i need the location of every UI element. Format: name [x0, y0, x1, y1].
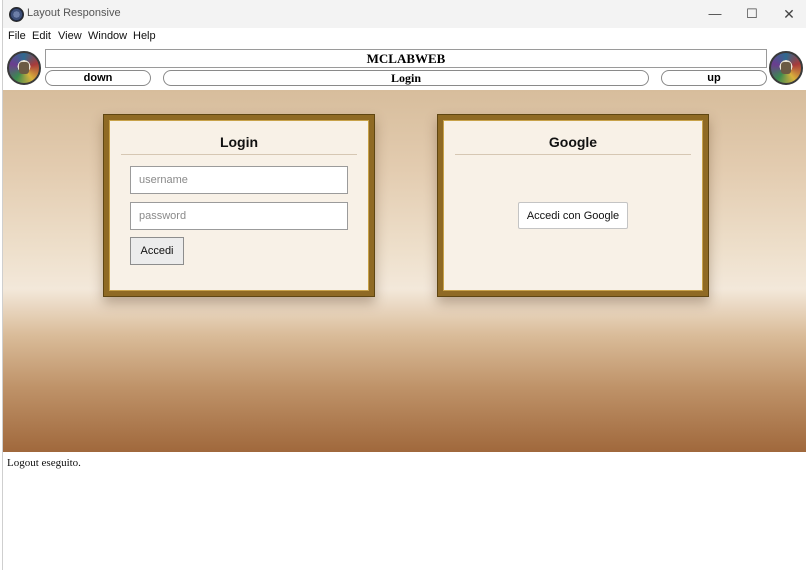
- google-login-button[interactable]: Accedi con Google: [518, 202, 628, 229]
- menu-help[interactable]: Help: [133, 30, 156, 42]
- login-panel: Login Accedi: [103, 114, 375, 297]
- panel-divider: [121, 154, 357, 155]
- site-header: MCLABWEB down Login up: [3, 46, 806, 90]
- status-area: Logout eseguito.: [3, 452, 806, 570]
- menu-window[interactable]: Window: [88, 30, 127, 42]
- login-submit-button[interactable]: Accedi: [130, 237, 184, 265]
- google-panel: Google Accedi con Google: [437, 114, 709, 297]
- app-window: Layout Responsive — ☐ ✕ File Edit View W…: [2, 0, 806, 570]
- site-title: MCLABWEB: [45, 49, 767, 68]
- window-title: Layout Responsive: [27, 7, 121, 19]
- main-content: Login Accedi Google Accedi con Google: [3, 90, 806, 452]
- login-nav-button[interactable]: Login: [163, 70, 649, 86]
- menu-bar: File Edit View Window Help: [3, 28, 806, 46]
- menu-view[interactable]: View: [58, 30, 82, 42]
- login-panel-title: Login: [219, 134, 259, 150]
- close-button[interactable]: ✕: [771, 4, 806, 24]
- google-panel-title: Google: [548, 134, 598, 150]
- university-seal-icon: [7, 51, 41, 85]
- up-button[interactable]: up: [661, 70, 767, 86]
- university-seal-icon: [769, 51, 803, 85]
- down-button[interactable]: down: [45, 70, 151, 86]
- minimize-button[interactable]: —: [697, 4, 733, 24]
- panel-divider: [455, 154, 691, 155]
- status-message: Logout eseguito.: [7, 457, 81, 469]
- maximize-button[interactable]: ☐: [734, 4, 770, 24]
- username-input[interactable]: [130, 166, 348, 194]
- password-input[interactable]: [130, 202, 348, 230]
- title-bar[interactable]: Layout Responsive — ☐ ✕: [3, 0, 806, 28]
- app-logo-icon: [9, 7, 24, 22]
- menu-file[interactable]: File: [8, 30, 26, 42]
- menu-edit[interactable]: Edit: [32, 30, 51, 42]
